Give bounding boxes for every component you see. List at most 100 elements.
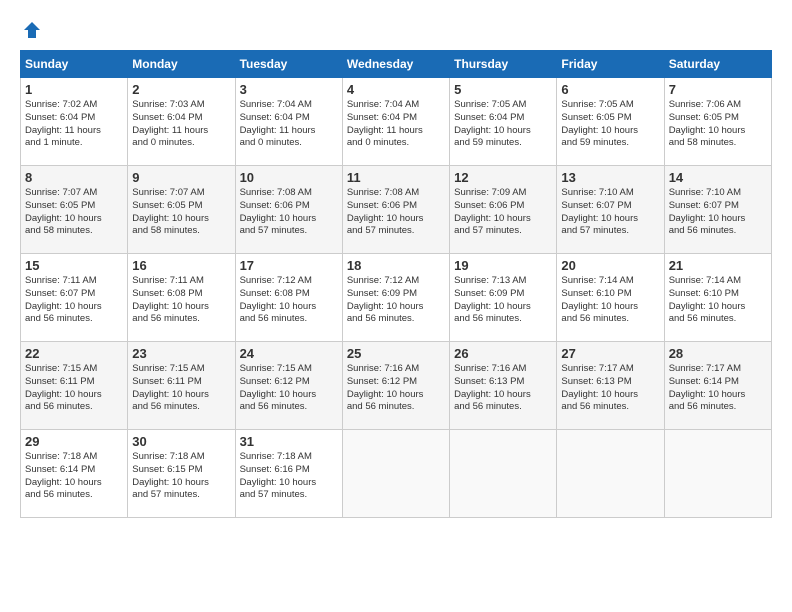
day-number: 12 [454, 170, 552, 185]
page-header [20, 20, 772, 40]
weekday-header-tuesday: Tuesday [235, 51, 342, 78]
calendar-cell: 8 Sunrise: 7:07 AM Sunset: 6:05 PM Daylig… [21, 166, 128, 254]
calendar-cell: 16 Sunrise: 7:11 AM Sunset: 6:08 PM Dayli… [128, 254, 235, 342]
day-number: 25 [347, 346, 445, 361]
day-info: Sunrise: 7:10 AM Sunset: 6:07 PM Dayligh… [669, 187, 767, 238]
day-info: Sunrise: 7:07 AM Sunset: 6:05 PM Dayligh… [132, 187, 230, 238]
day-info: Sunrise: 7:15 AM Sunset: 6:11 PM Dayligh… [25, 363, 123, 414]
day-number: 20 [561, 258, 659, 273]
day-number: 3 [240, 82, 338, 97]
calendar-cell: 7 Sunrise: 7:06 AM Sunset: 6:05 PM Daylig… [664, 78, 771, 166]
day-info: Sunrise: 7:11 AM Sunset: 6:07 PM Dayligh… [25, 275, 123, 326]
calendar-cell: 14 Sunrise: 7:10 AM Sunset: 6:07 PM Dayli… [664, 166, 771, 254]
day-number: 7 [669, 82, 767, 97]
calendar-cell: 4Sunrise: 7:04 AM Sunset: 6:04 PM Daylig… [342, 78, 449, 166]
day-number: 19 [454, 258, 552, 273]
day-info: Sunrise: 7:02 AM Sunset: 6:04 PM Dayligh… [25, 99, 123, 150]
calendar-cell: 18 Sunrise: 7:12 AM Sunset: 6:09 PM Dayli… [342, 254, 449, 342]
day-number: 18 [347, 258, 445, 273]
day-number: 27 [561, 346, 659, 361]
day-info: Sunrise: 7:03 AM Sunset: 6:04 PM Dayligh… [132, 99, 230, 150]
day-info: Sunrise: 7:18 AM Sunset: 6:14 PM Dayligh… [25, 451, 123, 502]
calendar-cell [450, 430, 557, 518]
day-number: 26 [454, 346, 552, 361]
day-info: Sunrise: 7:16 AM Sunset: 6:12 PM Dayligh… [347, 363, 445, 414]
calendar-cell: 6 Sunrise: 7:05 AM Sunset: 6:05 PM Daylig… [557, 78, 664, 166]
weekday-header-friday: Friday [557, 51, 664, 78]
day-number: 5 [454, 82, 552, 97]
calendar-cell: 3 Sunrise: 7:04 AM Sunset: 6:04 PM Daylig… [235, 78, 342, 166]
day-number: 31 [240, 434, 338, 449]
day-info: Sunrise: 7:11 AM Sunset: 6:08 PM Dayligh… [132, 275, 230, 326]
calendar-cell: 11 Sunrise: 7:08 AM Sunset: 6:06 PM Dayli… [342, 166, 449, 254]
day-number: 4 [347, 82, 445, 97]
day-info: Sunrise: 7:08 AM Sunset: 6:06 PM Dayligh… [347, 187, 445, 238]
calendar-cell: 22 Sunrise: 7:15 AM Sunset: 6:11 PM Dayli… [21, 342, 128, 430]
day-info: Sunrise: 7:05 AM Sunset: 6:04 PM Dayligh… [454, 99, 552, 150]
day-info: Sunrise: 7:18 AM Sunset: 6:16 PM Dayligh… [240, 451, 338, 502]
logo-icon [22, 20, 42, 40]
calendar-cell [342, 430, 449, 518]
day-info: Sunrise: 7:09 AM Sunset: 6:06 PM Dayligh… [454, 187, 552, 238]
day-info: Sunrise: 7:14 AM Sunset: 6:10 PM Dayligh… [669, 275, 767, 326]
weekday-header-sunday: Sunday [21, 51, 128, 78]
day-info: Sunrise: 7:15 AM Sunset: 6:12 PM Dayligh… [240, 363, 338, 414]
day-number: 22 [25, 346, 123, 361]
day-number: 29 [25, 434, 123, 449]
day-info: Sunrise: 7:14 AM Sunset: 6:10 PM Dayligh… [561, 275, 659, 326]
calendar-cell: 31 Sunrise: 7:18 AM Sunset: 6:16 PM Dayli… [235, 430, 342, 518]
calendar-cell: 2 Sunrise: 7:03 AM Sunset: 6:04 PM Daylig… [128, 78, 235, 166]
calendar-cell: 25 Sunrise: 7:16 AM Sunset: 6:12 PM Dayli… [342, 342, 449, 430]
calendar: SundayMondayTuesdayWednesdayThursdayFrid… [20, 50, 772, 518]
calendar-cell: 21 Sunrise: 7:14 AM Sunset: 6:10 PM Dayli… [664, 254, 771, 342]
day-info: Sunrise: 7:04 AM Sunset: 6:04 PM Dayligh… [240, 99, 338, 150]
calendar-cell: 19 Sunrise: 7:13 AM Sunset: 6:09 PM Dayli… [450, 254, 557, 342]
day-number: 2 [132, 82, 230, 97]
calendar-cell: 13Sunrise: 7:10 AM Sunset: 6:07 PM Dayli… [557, 166, 664, 254]
calendar-cell: 9 Sunrise: 7:07 AM Sunset: 6:05 PM Daylig… [128, 166, 235, 254]
calendar-cell: 29 Sunrise: 7:18 AM Sunset: 6:14 PM Dayli… [21, 430, 128, 518]
calendar-week-4: 22 Sunrise: 7:15 AM Sunset: 6:11 PM Dayli… [21, 342, 772, 430]
day-info: Sunrise: 7:15 AM Sunset: 6:11 PM Dayligh… [132, 363, 230, 414]
day-info: Sunrise: 7:08 AM Sunset: 6:06 PM Dayligh… [240, 187, 338, 238]
day-number: 30 [132, 434, 230, 449]
day-info: Sunrise: 7:07 AM Sunset: 6:05 PM Dayligh… [25, 187, 123, 238]
day-number: 17 [240, 258, 338, 273]
day-number: 23 [132, 346, 230, 361]
day-info: Sunrise: 7:13 AM Sunset: 6:09 PM Dayligh… [454, 275, 552, 326]
day-number: 8 [25, 170, 123, 185]
day-number: 11 [347, 170, 445, 185]
day-number: 16 [132, 258, 230, 273]
calendar-week-2: 8 Sunrise: 7:07 AM Sunset: 6:05 PM Daylig… [21, 166, 772, 254]
day-number: 6 [561, 82, 659, 97]
day-number: 24 [240, 346, 338, 361]
day-info: Sunrise: 7:10 AM Sunset: 6:07 PM Dayligh… [561, 187, 659, 238]
day-number: 21 [669, 258, 767, 273]
calendar-cell: 23 Sunrise: 7:15 AM Sunset: 6:11 PM Dayli… [128, 342, 235, 430]
weekday-header-wednesday: Wednesday [342, 51, 449, 78]
weekday-header-monday: Monday [128, 51, 235, 78]
calendar-cell: 27 Sunrise: 7:17 AM Sunset: 6:13 PM Dayli… [557, 342, 664, 430]
day-number: 14 [669, 170, 767, 185]
calendar-cell: 15 Sunrise: 7:11 AM Sunset: 6:07 PM Dayli… [21, 254, 128, 342]
day-info: Sunrise: 7:05 AM Sunset: 6:05 PM Dayligh… [561, 99, 659, 150]
calendar-cell [557, 430, 664, 518]
day-info: Sunrise: 7:16 AM Sunset: 6:13 PM Dayligh… [454, 363, 552, 414]
day-info: Sunrise: 7:17 AM Sunset: 6:14 PM Dayligh… [669, 363, 767, 414]
calendar-cell: 28 Sunrise: 7:17 AM Sunset: 6:14 PM Dayli… [664, 342, 771, 430]
day-info: Sunrise: 7:12 AM Sunset: 6:09 PM Dayligh… [347, 275, 445, 326]
day-info: Sunrise: 7:06 AM Sunset: 6:05 PM Dayligh… [669, 99, 767, 150]
weekday-header-thursday: Thursday [450, 51, 557, 78]
calendar-week-5: 29 Sunrise: 7:18 AM Sunset: 6:14 PM Dayli… [21, 430, 772, 518]
day-info: Sunrise: 7:18 AM Sunset: 6:15 PM Dayligh… [132, 451, 230, 502]
day-info: Sunrise: 7:12 AM Sunset: 6:08 PM Dayligh… [240, 275, 338, 326]
calendar-cell: 26 Sunrise: 7:16 AM Sunset: 6:13 PM Dayli… [450, 342, 557, 430]
day-number: 15 [25, 258, 123, 273]
day-number: 28 [669, 346, 767, 361]
calendar-week-1: 1Sunrise: 7:02 AM Sunset: 6:04 PM Daylig… [21, 78, 772, 166]
weekday-header-saturday: Saturday [664, 51, 771, 78]
calendar-cell: 24 Sunrise: 7:15 AM Sunset: 6:12 PM Dayli… [235, 342, 342, 430]
calendar-cell: 17 Sunrise: 7:12 AM Sunset: 6:08 PM Dayli… [235, 254, 342, 342]
day-info: Sunrise: 7:17 AM Sunset: 6:13 PM Dayligh… [561, 363, 659, 414]
day-number: 9 [132, 170, 230, 185]
